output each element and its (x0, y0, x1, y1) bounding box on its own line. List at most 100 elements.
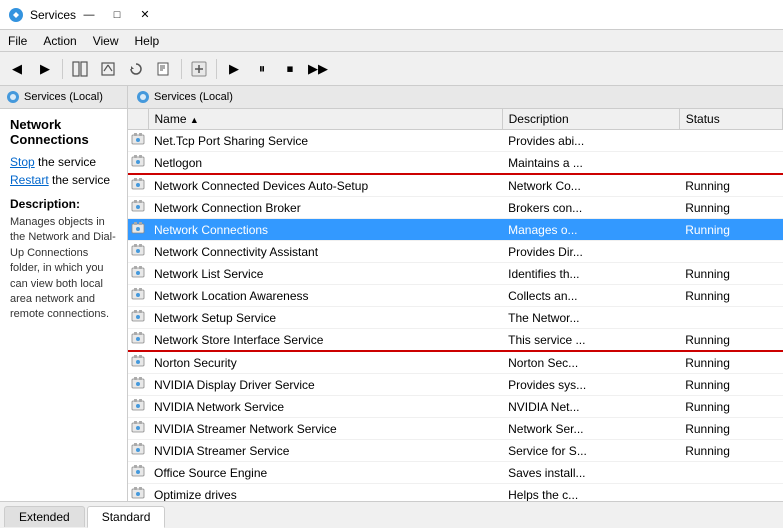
service-desc-cell: Manages o... (502, 219, 679, 241)
service-icon (131, 398, 145, 412)
service-desc-cell: Saves install... (502, 462, 679, 484)
service-name-cell: Office Source Engine (148, 462, 502, 484)
table-row[interactable]: Optimize drivesHelps the c... (128, 484, 783, 502)
service-status-cell (679, 484, 782, 502)
menu-action[interactable]: Action (35, 32, 84, 50)
service-icon (131, 331, 145, 345)
description-section: Description: Manages objects in the Netw… (10, 197, 117, 323)
toolbar-pause-button[interactable]: ⏸ (249, 56, 275, 82)
table-row[interactable]: NVIDIA Streamer ServiceService for S...R… (128, 440, 783, 462)
col-header-icon[interactable] (128, 109, 148, 130)
tab-extended[interactable]: Extended (4, 506, 85, 527)
scope-icon (6, 90, 20, 104)
table-row[interactable]: Network Setup ServiceThe Networ... (128, 307, 783, 329)
table-row[interactable]: Network Connected Devices Auto-SetupNetw… (128, 174, 783, 197)
service-info: Network Connections Stop the service Res… (0, 109, 127, 331)
toolbar-back-button[interactable]: ◀ (4, 56, 30, 82)
col-header-desc[interactable]: Description (502, 109, 679, 130)
right-header: Services (Local) (128, 86, 783, 109)
menu-file[interactable]: File (0, 32, 35, 50)
toolbar-show-hide-tree-button[interactable] (67, 56, 93, 82)
service-name-cell: Network Setup Service (148, 307, 502, 329)
service-name-cell: Network Location Awareness (148, 285, 502, 307)
service-name-cell: Network Store Interface Service (148, 329, 502, 352)
service-status-cell: Running (679, 174, 782, 197)
table-row[interactable]: Network Store Interface ServiceThis serv… (128, 329, 783, 352)
main-content: Services (Local) Network Connections Sto… (0, 86, 783, 501)
service-desc-cell: This service ... (502, 329, 679, 352)
table-row[interactable]: NVIDIA Display Driver ServiceProvides sy… (128, 374, 783, 396)
table-row[interactable]: Office Source EngineSaves install... (128, 462, 783, 484)
toolbar-properties-button[interactable] (186, 56, 212, 82)
service-icon-cell (128, 219, 148, 241)
service-icon-cell (128, 374, 148, 396)
toolbar: ◀ ▶ ▶ ⏸ ⏹ ▶▶ (0, 52, 783, 86)
service-desc-cell: Service for S... (502, 440, 679, 462)
service-icon (131, 420, 145, 434)
col-header-name[interactable]: Name ▲ (148, 109, 502, 130)
service-desc-cell: NVIDIA Net... (502, 396, 679, 418)
service-desc-cell: Network Co... (502, 174, 679, 197)
table-row[interactable]: Network Connection BrokerBrokers con...R… (128, 197, 783, 219)
service-name-cell: NVIDIA Streamer Network Service (148, 418, 502, 440)
toolbar-up-button[interactable] (95, 56, 121, 82)
table-row[interactable]: NVIDIA Network ServiceNVIDIA Net...Runni… (128, 396, 783, 418)
stop-service-link[interactable]: Stop the service (10, 155, 117, 169)
service-icon-cell (128, 174, 148, 197)
tab-standard[interactable]: Standard (87, 506, 166, 528)
service-icon-cell (128, 396, 148, 418)
service-icon-cell (128, 130, 148, 152)
service-icon-cell (128, 263, 148, 285)
table-header-row: Name ▲ Description Status (128, 109, 783, 130)
toolbar-separator-3 (216, 59, 217, 79)
service-status-cell (679, 307, 782, 329)
service-desc-cell: Provides sys... (502, 374, 679, 396)
table-row[interactable]: NetlogonMaintains a ... (128, 152, 783, 175)
table-row[interactable]: Network ConnectionsManages o...Running (128, 219, 783, 241)
toolbar-forward-button[interactable]: ▶ (32, 56, 58, 82)
table-row[interactable]: Net.Tcp Port Sharing ServiceProvides abi… (128, 130, 783, 152)
service-name-cell: NVIDIA Streamer Service (148, 440, 502, 462)
left-panel: Services (Local) Network Connections Sto… (0, 86, 128, 501)
table-row[interactable]: NVIDIA Streamer Network ServiceNetwork S… (128, 418, 783, 440)
service-name-cell: Network List Service (148, 263, 502, 285)
table-container[interactable]: Name ▲ Description Status Net.Tcp Port S… (128, 109, 783, 501)
restart-service-link[interactable]: Restart the service (10, 173, 117, 187)
menu-view[interactable]: View (85, 32, 127, 50)
maximize-button[interactable]: □ (104, 5, 130, 25)
title-bar: Services — □ ✕ (0, 0, 783, 30)
table-row[interactable]: Network Location AwarenessCollects an...… (128, 285, 783, 307)
toolbar-restart-button[interactable]: ▶▶ (305, 56, 331, 82)
service-status-cell: Running (679, 329, 782, 352)
scope-header-text: Services (Local) (24, 91, 103, 103)
toolbar-refresh-button[interactable] (123, 56, 149, 82)
service-status-cell: Running (679, 418, 782, 440)
toolbar-export-button[interactable] (151, 56, 177, 82)
title-text: Services (30, 8, 76, 22)
service-desc-cell: Maintains a ... (502, 152, 679, 175)
description-label: Description: (10, 197, 117, 211)
right-panel: Services (Local) Name ▲ Description Stat… (128, 86, 783, 501)
table-row[interactable]: Network Connectivity AssistantProvides D… (128, 241, 783, 263)
toolbar-separator-1 (62, 59, 63, 79)
table-row[interactable]: Network List ServiceIdentifies th...Runn… (128, 263, 783, 285)
toolbar-stop-button[interactable]: ⏹ (277, 56, 303, 82)
service-icon (131, 464, 145, 478)
service-desc-cell: Provides Dir... (502, 241, 679, 263)
service-desc-cell: Norton Sec... (502, 351, 679, 374)
toolbar-start-button[interactable]: ▶ (221, 56, 247, 82)
service-status-cell: Running (679, 197, 782, 219)
service-icon-cell (128, 351, 148, 374)
service-status-cell: Running (679, 263, 782, 285)
table-row[interactable]: Norton SecurityNorton Sec...Running (128, 351, 783, 374)
menu-bar: File Action View Help (0, 30, 783, 52)
services-table: Name ▲ Description Status Net.Tcp Port S… (128, 109, 783, 501)
service-status-cell (679, 130, 782, 152)
service-icon-cell (128, 329, 148, 352)
minimize-button[interactable]: — (76, 5, 102, 25)
service-name-cell: Network Connected Devices Auto-Setup (148, 174, 502, 197)
col-header-status[interactable]: Status (679, 109, 782, 130)
service-desc-cell: Network Ser... (502, 418, 679, 440)
menu-help[interactable]: Help (127, 32, 168, 50)
close-button[interactable]: ✕ (132, 5, 158, 25)
